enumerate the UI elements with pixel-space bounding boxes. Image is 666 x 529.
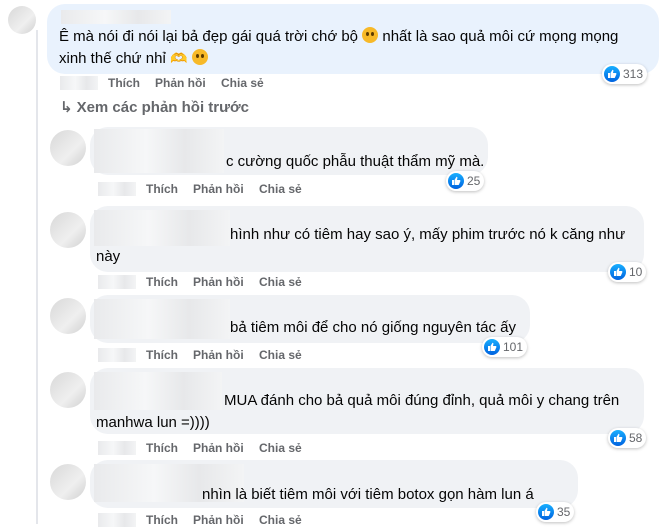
like-button[interactable]: Thích	[146, 275, 178, 289]
reply-bubble: c cường quốc phẫu thuật thẩm mỹ mà. 25	[90, 127, 488, 191]
like-icon	[610, 430, 626, 446]
timestamp-redacted	[98, 182, 136, 196]
reply-text: MUA đánh cho bả quả môi đúng đỉnh, quả m…	[224, 392, 620, 409]
comment-text: nhất là sao quả môi cứ mọng mọng	[382, 28, 619, 45]
reply-button[interactable]: Phản hồi	[193, 441, 244, 455]
reply-button[interactable]: Phản hồi	[193, 513, 244, 527]
share-button[interactable]: Chia sẻ	[259, 348, 302, 362]
pleading-face-emoji-icon	[362, 27, 379, 43]
like-icon	[484, 339, 500, 355]
pleading-face-emoji-icon	[191, 49, 208, 65]
author-name-redacted[interactable]	[94, 372, 222, 410]
share-button[interactable]: Chia sẻ	[259, 513, 302, 527]
avatar[interactable]	[8, 6, 36, 34]
comment-text: xinh thế chứ nhỉ	[59, 50, 166, 67]
reaction-count[interactable]: 101	[482, 337, 528, 357]
reply-bubble: MUA đánh cho bả quả môi đúng đỉnh, quả m…	[90, 368, 647, 448]
reaction-count[interactable]: 25	[446, 171, 485, 191]
comment-bubble: Ê mà nói đi nói lại bả đẹp gái quá trời …	[47, 4, 659, 84]
like-button[interactable]: Thích	[146, 182, 178, 196]
reply-bubble: bả tiêm môi để cho nó giống nguyên tác ấ…	[90, 295, 530, 357]
reaction-count[interactable]: 313	[602, 64, 648, 84]
like-icon	[448, 173, 464, 189]
reply-text: c cường quốc phẫu thuật thẩm mỹ mà.	[226, 153, 485, 170]
like-button[interactable]: Thích	[146, 513, 178, 527]
reply-text: nhìn là biết tiêm môi với tiêm botox gọn…	[202, 486, 534, 503]
share-button[interactable]: Chia sẻ	[221, 76, 264, 90]
author-name-redacted[interactable]	[61, 10, 171, 24]
reply-bubble: nhìn là biết tiêm môi với tiêm botox gọn…	[90, 460, 578, 522]
reaction-count[interactable]: 58	[608, 428, 647, 448]
author-name-redacted[interactable]	[94, 299, 230, 339]
comment-text: Ê mà nói đi nói lại bả đẹp gái quá trời …	[59, 28, 359, 45]
avatar[interactable]	[50, 212, 86, 248]
reaction-count-text: 101	[503, 339, 524, 354]
share-button[interactable]: Chia sẻ	[259, 275, 302, 289]
like-icon	[604, 66, 620, 82]
timestamp-redacted	[98, 275, 136, 289]
reaction-count-text: 25	[467, 173, 481, 188]
avatar[interactable]	[50, 298, 86, 334]
reaction-count-text: 313	[623, 66, 644, 81]
avatar[interactable]	[50, 372, 86, 408]
timestamp-redacted	[98, 441, 136, 455]
like-icon	[610, 264, 626, 280]
reply-text: này	[96, 248, 121, 265]
reaction-count[interactable]: 35	[536, 502, 575, 522]
reaction-count-text: 35	[557, 504, 571, 519]
like-button[interactable]: Thích	[146, 441, 178, 455]
timestamp-redacted	[60, 76, 98, 90]
reaction-count-text: 58	[629, 430, 643, 445]
heart-hands-emoji-icon: 🫶	[169, 50, 188, 66]
avatar[interactable]	[50, 464, 86, 500]
view-previous-replies[interactable]: ↳ Xem các phản hồi trước	[60, 98, 249, 116]
like-icon	[538, 504, 554, 520]
reply-arrow-icon: ↳	[60, 99, 73, 116]
reply-button[interactable]: Phản hồi	[193, 348, 244, 362]
share-button[interactable]: Chia sẻ	[259, 182, 302, 196]
author-name-redacted[interactable]	[94, 210, 230, 246]
like-button[interactable]: Thích	[146, 348, 178, 362]
reply-text: hình như có tiêm hay sao ý, mấy phim trư…	[230, 226, 626, 243]
avatar[interactable]	[50, 130, 86, 166]
reply-button[interactable]: Phản hồi	[155, 76, 206, 90]
reaction-count-text: 10	[629, 264, 643, 279]
reply-button[interactable]: Phản hồi	[193, 182, 244, 196]
timestamp-redacted	[98, 513, 136, 527]
timestamp-redacted	[98, 348, 136, 362]
share-button[interactable]: Chia sẻ	[259, 441, 302, 455]
reply-bubble: hình như có tiêm hay sao ý, mấy phim trư…	[90, 206, 647, 282]
like-button[interactable]: Thích	[108, 76, 140, 90]
reply-text: manhwa lun =))))	[96, 414, 210, 431]
reply-button[interactable]: Phản hồi	[193, 275, 244, 289]
reaction-count[interactable]: 10	[608, 262, 647, 282]
reply-text: bả tiêm môi để cho nó giống nguyên tác ấ…	[230, 319, 517, 336]
author-name-redacted[interactable]	[94, 129, 224, 173]
thread-line	[36, 30, 38, 524]
